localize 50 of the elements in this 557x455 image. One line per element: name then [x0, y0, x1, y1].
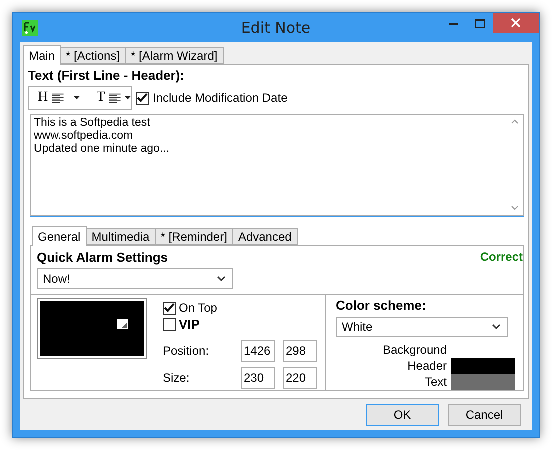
checkbox-label: Include Modification Date: [153, 91, 288, 105]
field-label: Position:: [163, 344, 210, 358]
tab[interactable]: * [Alarm Wizard]: [125, 47, 224, 64]
tab[interactable]: Advanced: [232, 228, 298, 245]
checkbox[interactable]: [136, 92, 149, 104]
caret-icon: [125, 96, 131, 100]
checkbox-label: On Top: [179, 301, 218, 315]
field-label: Size:: [163, 371, 191, 385]
number-field[interactable]: 298: [283, 340, 317, 362]
color-label: Text: [424, 375, 447, 389]
alarm-dropdown[interactable]: Now!: [37, 268, 233, 289]
number-field[interactable]: 220: [283, 367, 317, 389]
section-label: Color scheme:: [336, 298, 428, 313]
note-text-field[interactable]: This is a Softpedia test www.softpedia.com Updated one minute ago...: [30, 114, 524, 216]
tab[interactable]: * [Actions]: [60, 47, 126, 64]
caret-icon: [217, 276, 226, 282]
align-left-icon: [52, 92, 64, 104]
checkbox-label: VIP: [179, 317, 200, 332]
close-icon: [511, 18, 521, 28]
ok-button[interactable]: OK: [366, 404, 439, 426]
caret-icon: [74, 96, 80, 100]
tab[interactable]: Multimedia: [86, 228, 156, 245]
minimize-icon: [448, 22, 458, 24]
align-left-icon: [109, 92, 122, 104]
close-button[interactable]: [493, 13, 539, 33]
note-icon: [117, 319, 128, 329]
tab[interactable]: * [Reminder]: [154, 228, 234, 245]
color-swatch[interactable]: [451, 374, 515, 390]
section-label: Quick Alarm Settings: [37, 250, 168, 265]
scroll-down-icon[interactable]: [511, 206, 519, 211]
caret-icon: [492, 324, 501, 330]
text-format-button[interactable]: T: [96, 90, 106, 106]
header-format-button[interactable]: H: [38, 90, 48, 106]
color-label: Header: [408, 359, 447, 373]
status-text: Correct: [480, 250, 523, 265]
color-label: Background: [382, 343, 447, 358]
window-title: Edit Note: [240, 18, 312, 36]
checkbox[interactable]: [163, 318, 176, 331]
tab[interactable]: Main: [23, 45, 62, 65]
color-scheme-dropdown[interactable]: White: [336, 317, 508, 337]
color-swatch[interactable]: [451, 358, 515, 374]
maximize-icon: [474, 18, 484, 28]
tab[interactable]: General: [32, 226, 87, 246]
cancel-button[interactable]: Cancel: [448, 404, 521, 426]
checkbox[interactable]: [163, 302, 176, 314]
number-field[interactable]: 230: [241, 367, 275, 389]
app-icon: [22, 20, 38, 36]
number-field[interactable]: 1426: [241, 340, 275, 362]
section-label: Text (First Line - Header):: [28, 68, 186, 83]
scroll-up-icon[interactable]: [511, 119, 519, 124]
